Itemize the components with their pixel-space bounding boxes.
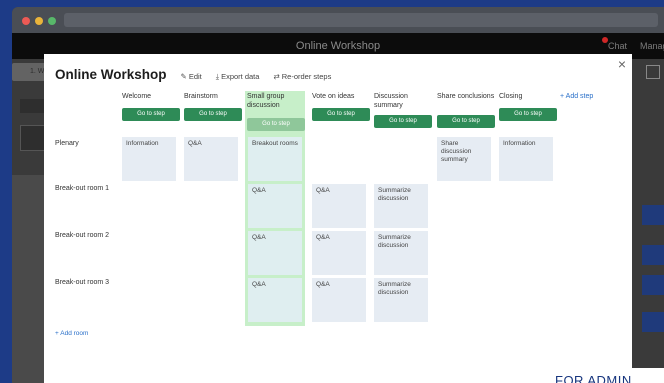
modal-header: Online Workshop ✎ Edit ⤓ Export data ⇄ Re-o… xyxy=(55,67,331,82)
swap-icon: ⇄ xyxy=(273,72,280,81)
activity-cell[interactable]: Summarize discussion xyxy=(374,184,428,228)
download-icon: ⤓ xyxy=(215,72,220,81)
step-column: Vote on ideas Go to step xyxy=(312,92,370,121)
room-label: Break-out room 3 xyxy=(55,279,110,286)
app-title: Online Workshop xyxy=(295,40,381,52)
reorder-steps-button[interactable]: ⇄ Re-order steps xyxy=(273,72,331,81)
activity-cell[interactable]: Breakout rooms xyxy=(248,137,302,181)
step-name: Share conclusions xyxy=(437,93,495,100)
step-column: Discussion summary Go to step xyxy=(374,92,432,128)
activity-cell[interactable]: Information xyxy=(499,137,553,181)
activity-cell[interactable]: Summarize discussion xyxy=(374,231,428,275)
manage-button[interactable]: Manage xyxy=(640,41,664,51)
background-sidebar-icon xyxy=(20,125,46,151)
activity-cell[interactable]: Q&A xyxy=(312,278,366,322)
step-column: Welcome Go to step xyxy=(122,92,180,121)
go-to-step-button[interactable]: Go to step xyxy=(499,108,557,121)
for-admin-badge: FOR ADMIN xyxy=(545,368,664,383)
activity-cell[interactable]: Q&A xyxy=(312,231,366,275)
activity-cell[interactable]: Information xyxy=(122,137,176,181)
activity-cell[interactable]: Q&A xyxy=(248,278,302,322)
step-column: Share conclusions Go to step xyxy=(437,92,495,128)
background-button xyxy=(642,275,664,295)
activity-cell[interactable]: Q&A xyxy=(248,231,302,275)
activity-cell[interactable]: Share discussion summary xyxy=(437,137,491,181)
activity-cell[interactable]: Summarize discussion xyxy=(374,278,428,322)
modal-title: Online Workshop xyxy=(55,67,167,82)
background-button xyxy=(642,245,664,265)
activity-cell[interactable]: Q&A xyxy=(312,184,366,228)
maximize-window-dot[interactable] xyxy=(48,17,56,25)
step-name: Discussion summary xyxy=(374,93,408,109)
add-step-button[interactable]: + Add step xyxy=(560,93,593,100)
room-label: Plenary xyxy=(55,140,79,147)
step-name: Small group discussion xyxy=(247,93,285,109)
pencil-icon: ✎ xyxy=(180,72,187,81)
chat-button[interactable]: Chat xyxy=(608,41,627,51)
export-label: Export data xyxy=(221,72,260,81)
go-to-step-button[interactable]: Go to step xyxy=(122,108,180,121)
background-button xyxy=(642,205,664,225)
close-window-dot[interactable] xyxy=(22,17,30,25)
reorder-label: Re-order steps xyxy=(281,72,332,81)
background-exit-icon xyxy=(646,65,660,79)
export-data-button[interactable]: ⤓ Export data xyxy=(216,72,260,82)
go-to-step-button[interactable]: Go to step xyxy=(312,108,370,121)
go-to-step-button[interactable]: Go to step xyxy=(247,118,305,131)
close-icon[interactable]: × xyxy=(618,56,626,72)
activity-cell[interactable]: Q&A xyxy=(248,184,302,228)
activity-cell[interactable]: Q&A xyxy=(184,137,238,181)
window-titlebar xyxy=(12,7,664,33)
add-room-button[interactable]: + Add room xyxy=(55,330,88,337)
step-column: Closing Go to step xyxy=(499,92,557,121)
minimize-window-dot[interactable] xyxy=(35,17,43,25)
address-bar[interactable] xyxy=(64,13,658,27)
background-sidebar-item xyxy=(20,99,46,113)
go-to-step-button[interactable]: Go to step xyxy=(374,115,432,128)
go-to-step-button[interactable]: Go to step xyxy=(437,115,495,128)
step-column-selected: Small group discussion Go to step xyxy=(247,92,305,131)
workshop-modal: × Online Workshop ✎ Edit ⤓ Export data ⇄ Re… xyxy=(44,54,632,383)
background-button xyxy=(642,312,664,332)
room-label: Break-out room 1 xyxy=(55,185,110,192)
go-to-step-button[interactable]: Go to step xyxy=(184,108,242,121)
edit-button[interactable]: ✎ Edit xyxy=(181,72,202,81)
room-label: Break-out room 2 xyxy=(55,232,110,239)
step-column: Brainstorm Go to step xyxy=(184,92,242,121)
edit-label: Edit xyxy=(188,72,202,81)
